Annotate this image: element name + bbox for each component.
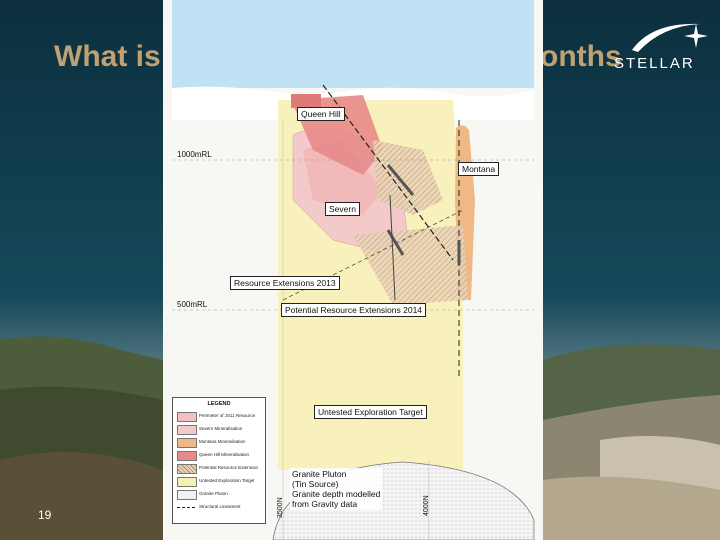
legend-label: Severn Mineralisation (199, 426, 243, 431)
pluton-line-1: Granite Pluton (292, 469, 347, 479)
legend-swatch (177, 490, 197, 500)
sky-band (172, 0, 534, 88)
legend-label: Montana Mineralisation (199, 439, 246, 444)
legend-swatch (177, 425, 197, 435)
legend-item: Perimeter of JS11 Resource (177, 412, 265, 422)
legend-swatch (177, 507, 195, 508)
severn-label: Severn (325, 202, 360, 216)
legend-label: Untested Exploration Target (199, 478, 255, 483)
slide-number: 19 (38, 508, 52, 522)
legend-item: Granite Pluton (177, 490, 265, 500)
legend-label: Perimeter of JS11 Resource (199, 413, 256, 418)
rl-500-label: 500mRL (177, 300, 208, 309)
queen-hill-label: Queen Hill (297, 107, 345, 121)
rl-1000-label: 1000mRL (177, 150, 212, 159)
queen-hill-cap (291, 94, 321, 108)
legend-swatch (177, 412, 197, 422)
pluton-line-2: (Tin Source) (292, 479, 339, 489)
legend-item: Untested Exploration Target (177, 477, 265, 487)
legend-swatch (177, 451, 197, 461)
legend-label: Granite Pluton (199, 491, 228, 496)
legend-item: Queen Hill Mineralisation (177, 451, 265, 461)
legend-title: LEGEND (207, 401, 231, 407)
legend-label: Queen Hill Mineralisation (199, 452, 250, 457)
northing-3500-label: 3500N (277, 497, 284, 518)
legend-item: Potential Resource Extension (177, 464, 265, 474)
untested-exploration-target-label: Untested Exploration Target (314, 405, 427, 419)
legend-item: Montana Mineralisation (177, 438, 265, 448)
legend-label: Structural Lineament (199, 504, 241, 509)
legend: LEGEND Perimeter of JS11 Resource Severn … (172, 397, 266, 524)
pluton-line-3: Granite depth modelled (292, 489, 381, 499)
resource-extensions-2013-label: Resource Extensions 2013 (230, 276, 340, 290)
granite-pluton-label: Granite Pluton (Tin Source) Granite dept… (290, 468, 383, 510)
legend-item: Severn Mineralisation (177, 425, 265, 435)
legend-item: Structural Lineament (177, 503, 265, 512)
potential-resource-extensions-2014-label: Potential Resource Extensions 2014 (281, 303, 427, 317)
pluton-line-4: from Gravity data (292, 499, 358, 509)
montana-label: Montana (458, 162, 500, 176)
legend-swatch (177, 477, 197, 487)
legend-swatch (177, 438, 197, 448)
brand-name: STELLAR (614, 55, 695, 72)
slide-title-left: What is (54, 40, 161, 73)
legend-swatch (177, 464, 197, 474)
northing-4000-label: 4000N (423, 495, 430, 516)
legend-label: Potential Resource Extension (199, 465, 259, 470)
slide-title-right: onths (540, 40, 622, 73)
